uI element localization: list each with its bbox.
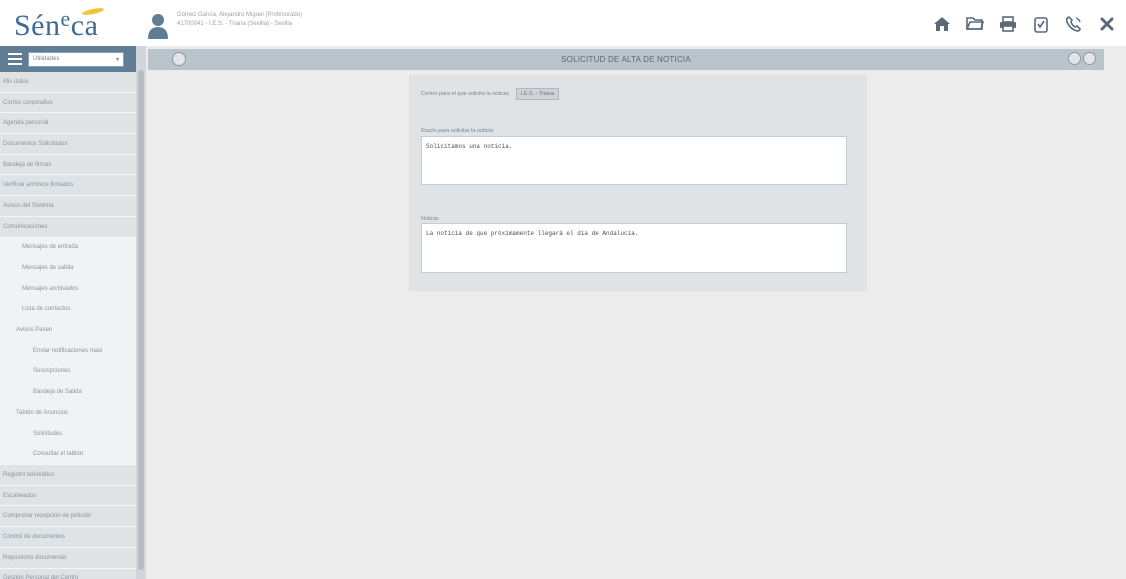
sidebar-item[interactable]: Documentos Solicitados — [0, 134, 146, 155]
sidebar-item[interactable]: Mensajes de salida — [0, 258, 146, 279]
sidebar-item[interactable]: Enviar notificaciones masi — [0, 340, 146, 362]
news-form: Centro para el que solicita la noticia: … — [409, 75, 867, 291]
sidebar-item[interactable]: Correo corporativo — [0, 92, 146, 114]
sidebar-item[interactable]: Mensajes de entrada — [0, 237, 146, 259]
header: Séneca Gómez García, Alejandro Miguel (P… — [0, 0, 1126, 46]
sidebar-item[interactable]: Mensajes archivados — [0, 278, 146, 300]
razon-textarea[interactable]: Solicitamos una noticia. — [421, 136, 847, 185]
sidebar-item[interactable]: Lista de contactos — [0, 299, 146, 321]
page-titlebar: SOLICITUD DE ALTA DE NOTICIA — [148, 49, 1104, 70]
sidebar-item[interactable]: Agenda personal — [0, 113, 146, 135]
print-icon[interactable] — [998, 14, 1017, 33]
accept-button[interactable] — [1068, 52, 1081, 65]
close-icon[interactable] — [1097, 14, 1116, 33]
module-select[interactable]: Utilidades ▾ — [28, 51, 124, 67]
sidebar-item[interactable]: Verificar archivos firmados — [0, 175, 146, 197]
user-center: 41700041 - I.E.S. - Triana (Sevilla) - S… — [177, 21, 293, 27]
chevron-down-icon: ▾ — [115, 56, 119, 63]
sidebar-item[interactable]: Suscripciones — [0, 361, 146, 383]
sidebar-scroll-thumb[interactable] — [138, 70, 144, 570]
sidebar-item[interactable]: Consultar el tablón — [0, 444, 146, 466]
cancel-button[interactable] — [1083, 52, 1096, 65]
user-icon — [148, 14, 168, 39]
page-title: SOLICITUD DE ALTA DE NOTICIA — [561, 55, 691, 64]
sidebar-item[interactable]: Bandeja de firmas — [0, 154, 146, 176]
razon-label: Razón para solicitar la noticia: — [421, 128, 495, 134]
sidebar-item[interactable]: Mis datos — [0, 72, 146, 93]
noticia-textarea[interactable]: La noticia de que próximamente llegará e… — [421, 223, 847, 273]
sidebar-menu: Mis datos Correo corporativo Agenda person… — [0, 72, 146, 579]
user-name: Gómez García, Alejandro Miguel (Profesor… — [177, 12, 303, 18]
sidebar-item[interactable]: Tablón de Anuncios — [0, 403, 146, 424]
home-icon[interactable] — [932, 14, 951, 33]
sidebar-item[interactable]: Avisos del Sistema — [0, 196, 146, 217]
sidebar-item[interactable]: Repositorio documental — [0, 547, 146, 569]
sidebar-item[interactable]: Gestión Personal del Centro — [0, 568, 146, 579]
back-button[interactable] — [172, 52, 186, 66]
centro-label: Centro para el que solicita la noticia: — [421, 91, 510, 97]
noticia-label: Noticia: — [421, 216, 440, 222]
sidebar-item[interactable]: Solicitudes — [0, 423, 146, 445]
sidebar-item[interactable]: Escaneados — [0, 485, 146, 507]
sidebar-item[interactable]: Comprobar recepción de petición — [0, 506, 146, 528]
sidebar-top: Utilidades ▾ — [0, 46, 146, 72]
sidebar-item[interactable]: Registro telemático — [0, 465, 146, 486]
centro-select[interactable]: I.E.S. - Triana — [515, 88, 560, 100]
sidebar-item[interactable]: Comunicaciones — [0, 216, 146, 238]
folder-icon[interactable] — [965, 14, 984, 33]
phone-icon[interactable] — [1064, 14, 1083, 33]
seneca-app: Séneca Gómez García, Alejandro Miguel (P… — [0, 0, 1126, 579]
sidebar-item[interactable]: Avisos Pasen — [0, 320, 146, 341]
sidebar-item[interactable]: Control de documentos — [0, 527, 146, 548]
sidebar: Utilidades ▾ Mis datos Correo corporativo… — [0, 46, 146, 579]
menu-icon[interactable] — [8, 53, 22, 65]
sidebar-item[interactable]: Bandeja de Salida — [0, 382, 146, 403]
clipboard-icon[interactable] — [1031, 14, 1050, 33]
